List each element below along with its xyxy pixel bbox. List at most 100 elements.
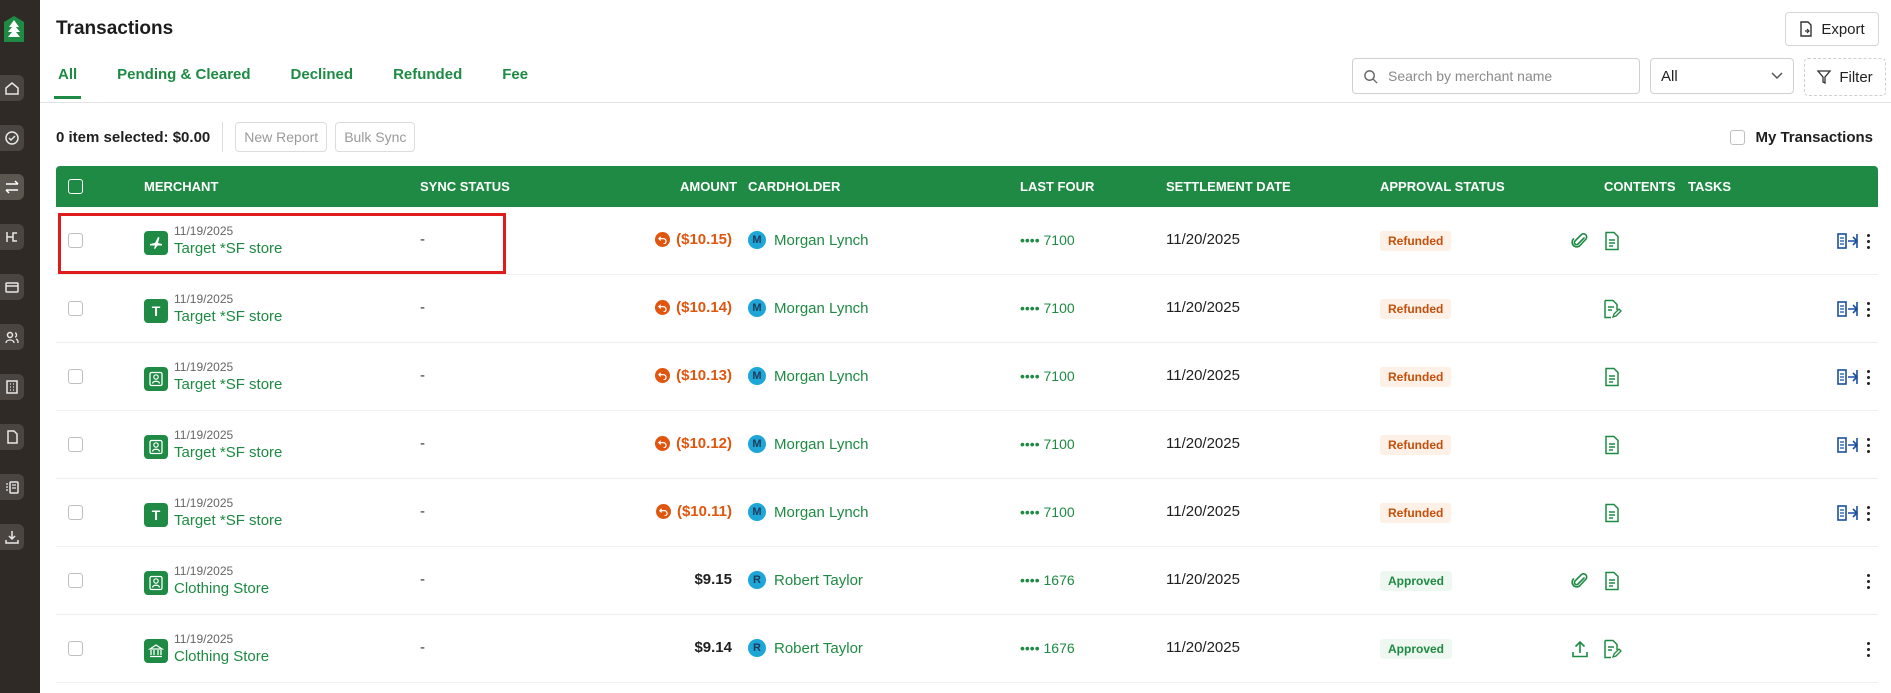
- nav-billing-icon[interactable]: [0, 474, 24, 500]
- tab-fee[interactable]: Fee: [492, 60, 538, 99]
- filter-button[interactable]: Filter: [1804, 58, 1886, 96]
- table-row[interactable]: T 11/19/2025 Target *SF store - ($10.14) M Mor…: [56, 275, 1878, 343]
- cardholder[interactable]: M Morgan Lynch: [748, 367, 869, 385]
- split-transaction-icon[interactable]: [1836, 229, 1860, 253]
- sync-status: -: [420, 435, 425, 452]
- col-merchant[interactable]: MERCHANT: [144, 179, 218, 194]
- receipt-edit-icon[interactable]: [1600, 637, 1624, 661]
- row-checkbox[interactable]: [68, 301, 83, 316]
- merchant-name[interactable]: Target *SF store: [174, 512, 282, 529]
- cardholder-name: Robert Taylor: [774, 571, 863, 589]
- search-input[interactable]: [1388, 68, 1628, 84]
- table-row[interactable]: 11/19/2025 Target *SF store - ($10.15) M Morg…: [56, 207, 1878, 275]
- export-button[interactable]: Export: [1785, 12, 1879, 46]
- merchant-name[interactable]: Target *SF store: [174, 376, 282, 393]
- tab-refunded[interactable]: Refunded: [383, 60, 472, 99]
- table-row[interactable]: 11/19/2025 Clothing Store - $9.14 R Robert Ta…: [56, 615, 1878, 683]
- tab-declined[interactable]: Declined: [281, 60, 364, 99]
- row-menu-icon[interactable]: [1862, 297, 1874, 321]
- last-four: •••• 7100: [1020, 436, 1075, 452]
- approval-status-badge: Refunded: [1380, 299, 1452, 319]
- receipt-icon[interactable]: [1600, 365, 1624, 389]
- amount-value: ($10.15): [676, 231, 732, 248]
- nav-company-icon[interactable]: [0, 374, 24, 400]
- attachment-icon[interactable]: [1568, 229, 1592, 253]
- nav-approvals-icon[interactable]: [0, 125, 24, 151]
- merchant-name[interactable]: Target *SF store: [174, 444, 282, 461]
- amount-value: ($10.11): [676, 503, 732, 520]
- row-checkbox[interactable]: [68, 641, 83, 656]
- merchant-name[interactable]: Target *SF store: [174, 240, 282, 257]
- cardholder-name: Morgan Lynch: [774, 503, 869, 521]
- last-four: •••• 1676: [1020, 572, 1075, 588]
- split-transaction-icon[interactable]: [1836, 433, 1860, 457]
- refund-icon: [655, 232, 671, 247]
- split-transaction-icon[interactable]: [1836, 365, 1860, 389]
- approval-status-badge: Refunded: [1380, 503, 1452, 523]
- col-approval-status[interactable]: APPROVAL STATUS: [1380, 179, 1505, 194]
- table-row[interactable]: 11/19/2025 Clothing Store - $9.15 R Robert Ta…: [56, 547, 1878, 615]
- my-transactions-toggle[interactable]: My Transactions: [1730, 129, 1873, 146]
- avatar: M: [748, 367, 766, 385]
- cardholder[interactable]: R Robert Taylor: [748, 639, 863, 657]
- split-transaction-icon[interactable]: [1836, 297, 1860, 321]
- col-last-four[interactable]: LAST FOUR: [1020, 179, 1094, 194]
- row-checkbox[interactable]: [68, 573, 83, 588]
- receipt-edit-icon[interactable]: [1600, 297, 1624, 321]
- nav-download-icon[interactable]: [0, 524, 24, 550]
- row-checkbox[interactable]: [68, 505, 83, 520]
- tab-all[interactable]: All: [48, 60, 87, 99]
- merchant-name[interactable]: Clothing Store: [174, 648, 269, 665]
- row-checkbox[interactable]: [68, 233, 83, 248]
- attachment-icon[interactable]: [1568, 569, 1592, 593]
- new-report-button[interactable]: New Report: [235, 122, 328, 152]
- nav-transactions-icon[interactable]: [0, 174, 24, 200]
- tab-pending-cleared[interactable]: Pending & Cleared: [107, 60, 260, 99]
- row-menu-icon[interactable]: [1862, 229, 1874, 253]
- cardholder[interactable]: M Morgan Lynch: [748, 435, 869, 453]
- row-menu-icon[interactable]: [1862, 433, 1874, 457]
- cardholder[interactable]: M Morgan Lynch: [748, 299, 869, 317]
- cardholder[interactable]: M Morgan Lynch: [748, 503, 869, 521]
- col-settlement-date[interactable]: SETTLEMENT DATE: [1166, 179, 1291, 194]
- cardholder-name: Morgan Lynch: [774, 299, 869, 317]
- nav-documents-icon[interactable]: [0, 424, 24, 450]
- table-row[interactable]: 11/19/2025 Target *SF store - ($10.13) M Morg…: [56, 343, 1878, 411]
- status-select[interactable]: All: [1650, 58, 1794, 94]
- table-row[interactable]: T 11/19/2025 Target *SF store - ($10.11) M Mor…: [56, 479, 1878, 547]
- row-menu-icon[interactable]: [1862, 501, 1874, 525]
- nav-home-icon[interactable]: [0, 75, 24, 101]
- nav-cards-icon[interactable]: [0, 274, 24, 300]
- upload-icon[interactable]: [1568, 637, 1592, 661]
- cardholder[interactable]: M Morgan Lynch: [748, 231, 869, 249]
- receipt-icon[interactable]: [1600, 501, 1624, 525]
- col-cardholder[interactable]: CARDHOLDER: [748, 179, 840, 194]
- row-menu-icon[interactable]: [1862, 637, 1874, 661]
- company-logo-icon[interactable]: [2, 14, 26, 44]
- split-transaction-icon[interactable]: [1836, 501, 1860, 525]
- receipt-icon[interactable]: [1600, 569, 1624, 593]
- row-menu-icon[interactable]: [1862, 365, 1874, 389]
- select-all-checkbox[interactable]: [68, 179, 83, 194]
- nav-people-icon[interactable]: [0, 324, 24, 350]
- merchant-search[interactable]: [1352, 58, 1640, 94]
- col-amount[interactable]: AMOUNT: [680, 179, 737, 194]
- row-checkbox[interactable]: [68, 437, 83, 452]
- filter-icon: [1817, 70, 1832, 84]
- nav-routing-icon[interactable]: [0, 224, 24, 250]
- merchant-name[interactable]: Target *SF store: [174, 308, 282, 325]
- search-icon: [1364, 69, 1378, 84]
- my-transactions-checkbox[interactable]: [1730, 130, 1746, 145]
- transactions-table: MERCHANT SYNC STATUS AMOUNT CARDHOLDER L…: [56, 166, 1878, 683]
- merchant-letter: T: [151, 303, 161, 319]
- merchant-name[interactable]: Clothing Store: [174, 580, 269, 597]
- receipt-icon[interactable]: [1600, 229, 1624, 253]
- row-checkbox[interactable]: [68, 369, 83, 384]
- cardholder[interactable]: R Robert Taylor: [748, 571, 863, 589]
- sync-status: -: [420, 299, 425, 316]
- receipt-icon[interactable]: [1600, 433, 1624, 457]
- table-row[interactable]: 11/19/2025 Target *SF store - ($10.12) M Morg…: [56, 411, 1878, 479]
- bulk-sync-button[interactable]: Bulk Sync: [335, 122, 416, 152]
- col-sync-status[interactable]: SYNC STATUS: [420, 179, 510, 194]
- row-menu-icon[interactable]: [1862, 569, 1874, 593]
